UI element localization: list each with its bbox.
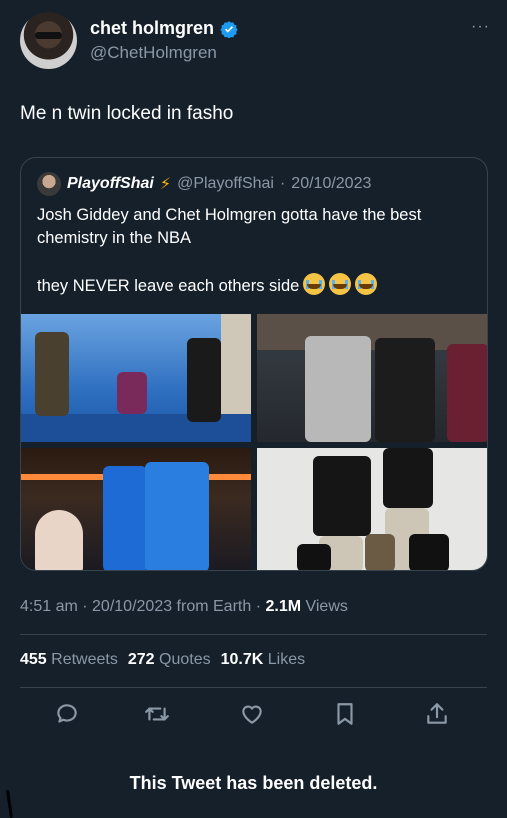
author-avatar[interactable] <box>20 12 77 69</box>
likes-count: 10.7K <box>220 651 264 668</box>
retweets-stat[interactable]: 455 Retweets <box>20 651 118 669</box>
lightning-icon: ⚡ <box>159 176 172 193</box>
tweet-metadata: 4:51 am · 20/10/2023 from Earth · 2.1M V… <box>20 598 348 616</box>
tweet-text: Me n twin locked in fasho <box>20 103 234 124</box>
photo-courtside[interactable] <box>257 314 487 442</box>
action-bar <box>20 699 487 729</box>
quotes-stat[interactable]: 272 Quotes <box>128 651 211 669</box>
author-name-row[interactable]: chet holmgren <box>90 18 238 39</box>
quoted-text-line2-row: they NEVER leave each others side <box>37 273 477 298</box>
share-icon[interactable] <box>424 701 450 727</box>
author-display-name[interactable]: chet holmgren <box>90 18 214 39</box>
likes-label: Likes <box>267 651 306 668</box>
crying-emoji-icon <box>329 273 352 295</box>
quoted-author-name: PlayoffShai <box>67 175 154 192</box>
photo-press-conference[interactable] <box>21 314 251 442</box>
retweets-label: Retweets <box>51 651 118 668</box>
photo-game-court[interactable] <box>21 448 251 570</box>
retweet-icon[interactable] <box>144 701 170 727</box>
quoted-text-line2: they NEVER leave each others side <box>37 277 300 295</box>
media-grid <box>21 314 487 570</box>
divider <box>20 687 487 688</box>
crying-emoji-icon <box>355 273 378 295</box>
scribble-mark <box>6 789 13 818</box>
quoted-tweet-text: Josh Giddey and Chet Holmgren gotta have… <box>37 204 477 298</box>
views-count: 2.1M <box>265 598 302 615</box>
quotes-label: Quotes <box>159 651 211 668</box>
quoted-author-avatar <box>37 172 61 196</box>
engagement-stats: 455 Retweets 272 Quotes 10.7K Likes <box>20 651 305 669</box>
retweets-count: 455 <box>20 651 47 668</box>
quoted-tweet[interactable]: PlayoffShai ⚡ @PlayoffShai · 20/10/2023 … <box>20 157 488 571</box>
like-icon[interactable] <box>239 701 265 727</box>
views-label: Views <box>301 598 348 615</box>
crying-emoji-icon <box>303 273 326 295</box>
quotes-count: 272 <box>127 651 155 668</box>
photo-studio[interactable] <box>257 448 487 570</box>
author-handle[interactable]: @ChetHolmgren <box>90 43 217 63</box>
more-icon[interactable]: ··· <box>471 18 490 36</box>
quoted-text-line1: Josh Giddey and Chet Holmgren gotta have… <box>37 206 422 247</box>
quoted-author-handle: @PlayoffShai <box>177 175 274 192</box>
likes-stat[interactable]: 10.7K Likes <box>221 651 306 669</box>
quoted-tweet-header: PlayoffShai ⚡ @PlayoffShai · 20/10/2023 <box>37 172 371 196</box>
divider <box>20 634 487 635</box>
deleted-notice: This Tweet has been deleted. <box>129 773 378 793</box>
tweet-header: chet holmgren @ChetHolmgren ··· <box>20 12 490 72</box>
reply-icon[interactable] <box>54 701 80 727</box>
bookmark-icon[interactable] <box>332 701 358 727</box>
verified-badge-icon <box>220 20 238 38</box>
quoted-separator: · <box>279 175 286 192</box>
tweet-time-date-source[interactable]: 4:51 am · 20/10/2023 from Earth · <box>20 598 265 615</box>
quoted-date: 20/10/2023 <box>291 175 372 192</box>
